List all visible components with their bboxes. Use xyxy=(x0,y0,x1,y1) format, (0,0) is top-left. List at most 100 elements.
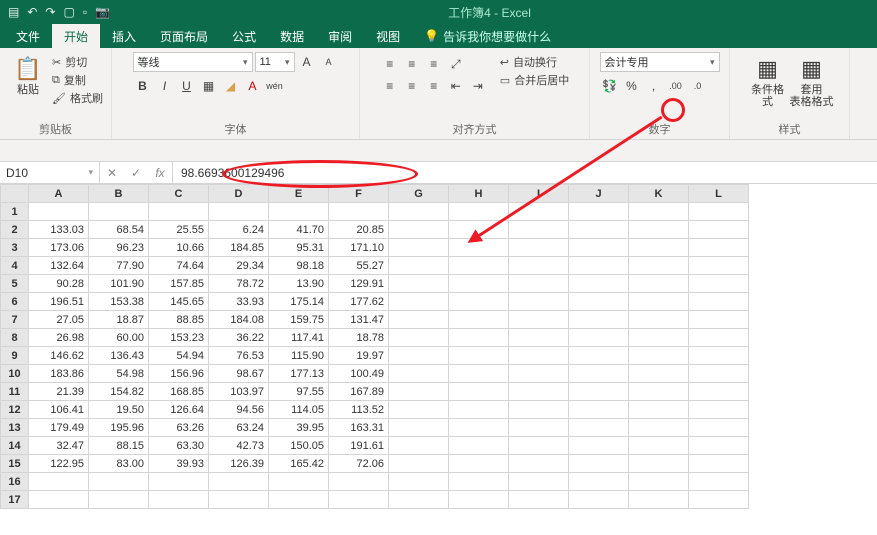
cell[interactable] xyxy=(509,383,569,401)
cell[interactable]: 117.41 xyxy=(269,329,329,347)
align-top-icon[interactable]: ≡ xyxy=(380,54,400,74)
enter-formula-icon[interactable]: ✓ xyxy=(124,166,148,180)
cell[interactable]: 154.82 xyxy=(89,383,149,401)
cell[interactable] xyxy=(509,347,569,365)
cell[interactable]: 26.98 xyxy=(29,329,89,347)
cell[interactable]: 39.93 xyxy=(149,455,209,473)
cell[interactable]: 168.85 xyxy=(149,383,209,401)
wrap-text-button[interactable]: ↩自动换行 xyxy=(500,54,569,70)
cell[interactable]: 156.96 xyxy=(149,365,209,383)
font-size-select[interactable]: 11 xyxy=(255,52,295,72)
orientation-icon[interactable]: ⤢ xyxy=(446,54,466,74)
cell[interactable]: 163.31 xyxy=(329,419,389,437)
cell[interactable] xyxy=(509,365,569,383)
row-header[interactable]: 13 xyxy=(1,419,29,437)
cell[interactable] xyxy=(449,473,509,491)
row-header[interactable]: 7 xyxy=(1,311,29,329)
cell[interactable] xyxy=(389,347,449,365)
cell[interactable]: 191.61 xyxy=(329,437,389,455)
cell[interactable] xyxy=(689,275,749,293)
cell[interactable]: 25.55 xyxy=(149,221,209,239)
cell[interactable]: 88.15 xyxy=(89,437,149,455)
undo-icon[interactable]: ↶ xyxy=(27,5,37,19)
cell[interactable] xyxy=(569,437,629,455)
cell[interactable]: 19.97 xyxy=(329,347,389,365)
cell[interactable]: 77.90 xyxy=(89,257,149,275)
cell[interactable] xyxy=(389,203,449,221)
font-name-select[interactable]: 等线 xyxy=(133,52,253,72)
cell[interactable] xyxy=(629,239,689,257)
cell[interactable] xyxy=(89,473,149,491)
qat-icon[interactable]: ▢ xyxy=(63,5,74,19)
cell[interactable] xyxy=(689,437,749,455)
cell[interactable] xyxy=(689,473,749,491)
column-header[interactable]: I xyxy=(509,185,569,203)
cell[interactable] xyxy=(569,401,629,419)
row-header[interactable]: 4 xyxy=(1,257,29,275)
cell[interactable] xyxy=(689,239,749,257)
cell[interactable]: 100.49 xyxy=(329,365,389,383)
cell[interactable]: 33.93 xyxy=(209,293,269,311)
cell[interactable]: 95.31 xyxy=(269,239,329,257)
cell[interactable] xyxy=(389,365,449,383)
row-header[interactable]: 17 xyxy=(1,491,29,509)
cell[interactable] xyxy=(629,365,689,383)
cell[interactable]: 171.10 xyxy=(329,239,389,257)
cell[interactable] xyxy=(389,257,449,275)
cell[interactable] xyxy=(389,383,449,401)
cell[interactable] xyxy=(569,383,629,401)
cell[interactable]: 167.89 xyxy=(329,383,389,401)
fill-color-button[interactable]: ◢ xyxy=(221,76,241,96)
cell[interactable] xyxy=(389,329,449,347)
percent-button[interactable]: % xyxy=(622,76,642,96)
cell[interactable] xyxy=(389,419,449,437)
cell[interactable]: 146.62 xyxy=(29,347,89,365)
cell[interactable]: 98.18 xyxy=(269,257,329,275)
bold-button[interactable]: B xyxy=(133,76,153,96)
cell[interactable]: 153.23 xyxy=(149,329,209,347)
cell[interactable] xyxy=(689,491,749,509)
cell[interactable] xyxy=(629,275,689,293)
cell[interactable]: 18.87 xyxy=(89,311,149,329)
cell[interactable] xyxy=(629,491,689,509)
cell[interactable] xyxy=(329,473,389,491)
cell[interactable] xyxy=(629,293,689,311)
cell[interactable]: 27.05 xyxy=(29,311,89,329)
decrease-font-icon[interactable]: A xyxy=(319,52,339,72)
cell[interactable]: 19.50 xyxy=(89,401,149,419)
cell[interactable]: 114.05 xyxy=(269,401,329,419)
cell[interactable]: 94.56 xyxy=(209,401,269,419)
format-painter-button[interactable]: 🖌格式刷 xyxy=(52,90,103,106)
cell[interactable]: 41.70 xyxy=(269,221,329,239)
cell[interactable] xyxy=(509,257,569,275)
cell[interactable]: 126.39 xyxy=(209,455,269,473)
cell[interactable] xyxy=(509,293,569,311)
row-header[interactable]: 3 xyxy=(1,239,29,257)
cell[interactable] xyxy=(149,491,209,509)
cell[interactable] xyxy=(689,203,749,221)
cell[interactable]: 74.64 xyxy=(149,257,209,275)
cell[interactable] xyxy=(569,275,629,293)
cell[interactable] xyxy=(329,491,389,509)
cell[interactable] xyxy=(509,203,569,221)
tab-view[interactable]: 视图 xyxy=(364,24,412,48)
cell[interactable] xyxy=(569,491,629,509)
cell[interactable] xyxy=(509,419,569,437)
cell[interactable] xyxy=(389,311,449,329)
redo-icon[interactable]: ↷ xyxy=(45,5,55,19)
cell[interactable] xyxy=(689,419,749,437)
cell[interactable] xyxy=(689,311,749,329)
cell[interactable] xyxy=(449,221,509,239)
row-header[interactable]: 8 xyxy=(1,329,29,347)
cell[interactable]: 136.43 xyxy=(89,347,149,365)
cell[interactable]: 90.28 xyxy=(29,275,89,293)
cell[interactable] xyxy=(689,347,749,365)
cell[interactable]: 29.34 xyxy=(209,257,269,275)
cell[interactable] xyxy=(149,203,209,221)
phonetic-button[interactable]: wén xyxy=(265,76,285,96)
cell[interactable] xyxy=(449,491,509,509)
cell[interactable] xyxy=(209,203,269,221)
cell[interactable]: 97.55 xyxy=(269,383,329,401)
cell[interactable]: 195.96 xyxy=(89,419,149,437)
cell[interactable]: 126.64 xyxy=(149,401,209,419)
